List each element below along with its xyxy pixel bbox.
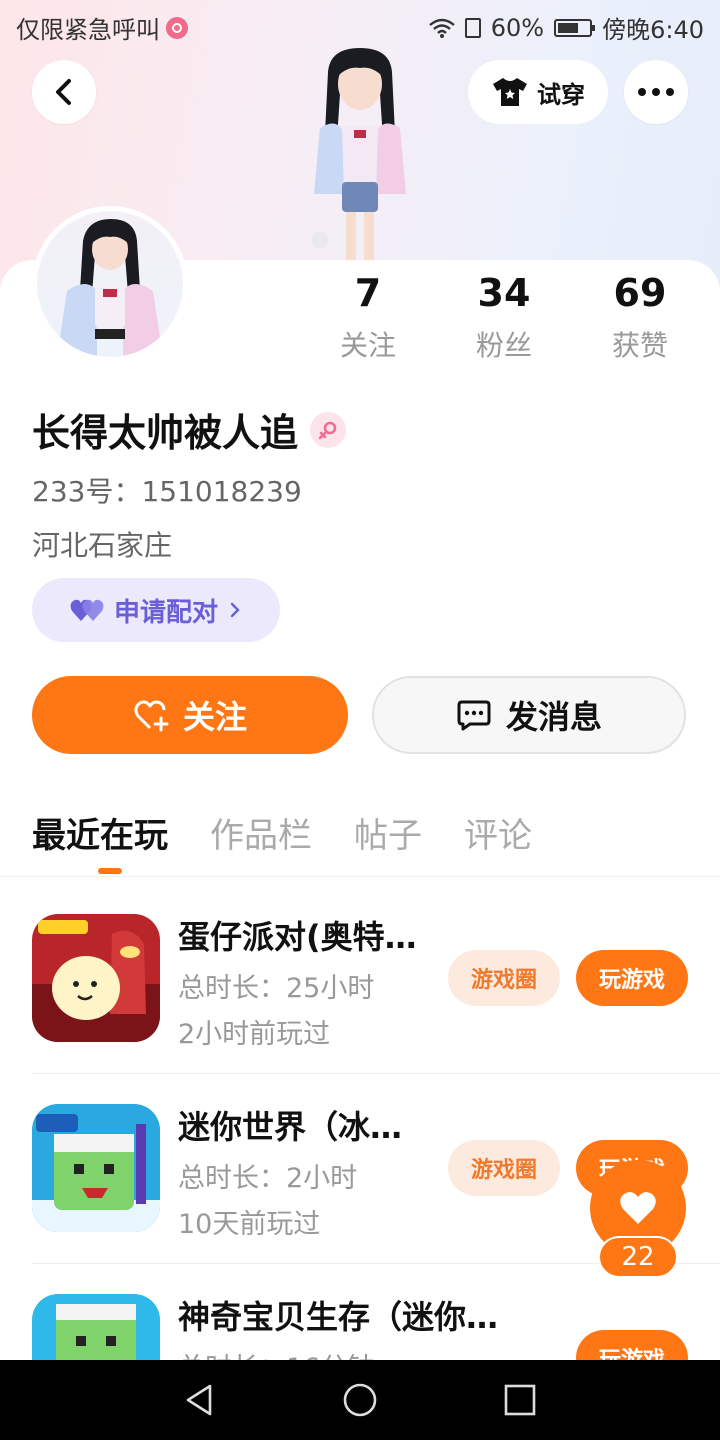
stat-following[interactable]: 7 关注 <box>300 270 436 364</box>
tab-comments[interactable]: 评论 <box>464 808 532 857</box>
play-game-button[interactable]: 玩游戏 <box>576 1330 688 1360</box>
game-last-played: 2小时前玩过 <box>178 1019 331 1050</box>
stat-value: 7 <box>354 271 382 315</box>
avatar[interactable] <box>32 206 188 362</box>
profile-stats: 7 关注 34 粉丝 69 获赞 <box>300 270 720 364</box>
tab-works[interactable]: 作品栏 <box>210 808 312 857</box>
user-id: 233号：151018239 <box>32 475 302 508</box>
status-bar: 仅限紧急呼叫 60% 傍晚6:40 <box>0 0 720 50</box>
battery-percent: 60% <box>490 13 545 42</box>
stat-label: 关注 <box>339 329 396 362</box>
sim-icon <box>464 17 481 38</box>
chevron-right-icon <box>230 602 240 618</box>
tab-posts[interactable]: 帖子 <box>354 808 422 857</box>
heart-icon <box>620 1192 656 1224</box>
status-left: 仅限紧急呼叫 <box>16 10 188 45</box>
username: 长得太帅被人追 <box>32 411 299 455</box>
stat-fans[interactable]: 34 粉丝 <box>436 270 572 364</box>
game-icon-mini-world <box>32 1104 160 1232</box>
follow-button[interactable]: 关注 <box>32 676 348 754</box>
stat-label: 粉丝 <box>475 329 532 362</box>
tshirt-icon <box>493 78 527 106</box>
list-item[interactable]: 迷你世界（冰… 总时长：2小时 10天前玩过 游戏圈 玩游戏 <box>32 1104 688 1264</box>
status-right: 60% 傍晚6:40 <box>428 10 704 45</box>
game-last-played: 10天前玩过 <box>178 1209 321 1240</box>
pair-label: 申请配对 <box>113 597 218 628</box>
active-tab-indicator <box>98 868 122 874</box>
play-game-button[interactable]: 玩游戏 <box>576 950 688 1006</box>
chat-bubble-icon <box>457 700 491 731</box>
list-item[interactable]: 神奇宝贝生存（迷你… 总时长：16分钟 玩游戏 <box>32 1294 688 1360</box>
request-pair-button[interactable]: 申请配对 <box>32 578 280 642</box>
female-gender-icon <box>310 411 347 448</box>
game-title: 蛋仔派对(奥特… <box>178 918 417 956</box>
double-heart-icon <box>70 599 104 621</box>
tab-recently-played[interactable]: 最近在玩 <box>32 808 168 857</box>
row-divider <box>32 1073 720 1074</box>
game-icon-eggy-party <box>32 914 160 1042</box>
system-nav-bar <box>0 1360 720 1440</box>
back-button[interactable] <box>32 60 96 124</box>
more-button[interactable] <box>624 60 688 124</box>
stat-likes[interactable]: 69 获赞 <box>572 270 708 364</box>
nav-back-icon[interactable] <box>180 1380 220 1420</box>
stat-label: 获赞 <box>611 329 668 362</box>
stat-value: 69 <box>613 271 667 315</box>
battery-icon <box>554 18 596 37</box>
profile-tabs: 最近在玩 作品栏 帖子 评论 <box>32 808 532 857</box>
send-message-button[interactable]: 发消息 <box>372 676 686 754</box>
chevron-left-icon <box>56 79 71 105</box>
avatar-character-icon <box>57 219 163 357</box>
like-count-badge: 22 <box>598 1236 678 1278</box>
username-row: 长得太帅被人追 <box>32 402 347 457</box>
message-label: 发消息 <box>505 698 602 736</box>
game-circle-button[interactable]: 游戏圈 <box>448 950 560 1006</box>
game-duration: 总时长：2小时 <box>178 1163 358 1194</box>
wifi-icon <box>428 18 455 38</box>
game-duration: 总时长：25小时 <box>178 973 375 1004</box>
more-dots-icon <box>638 88 674 96</box>
try-on-label: 试穿 <box>537 80 585 109</box>
character-figure <box>311 48 406 264</box>
avatar-image <box>37 211 183 357</box>
carrier-text: 仅限紧急呼叫 <box>16 16 160 44</box>
try-on-button[interactable]: 试穿 <box>468 60 608 124</box>
nav-home-icon[interactable] <box>340 1380 380 1420</box>
list-item[interactable]: 蛋仔派对(奥特… 总时长：25小时 2小时前玩过 游戏圈 玩游戏 <box>32 914 688 1074</box>
game-circle-button[interactable]: 游戏圈 <box>448 1140 560 1196</box>
clock: 傍晚6:40 <box>602 16 704 44</box>
game-title: 迷你世界（冰… <box>178 1108 403 1146</box>
game-duration: 总时长：16分钟 <box>178 1346 374 1360</box>
stat-value: 34 <box>477 271 531 315</box>
follow-label: 关注 <box>182 698 247 736</box>
user-location: 河北石家庄 <box>32 529 173 562</box>
game-title: 神奇宝贝生存（迷你… <box>178 1298 499 1336</box>
notification-badge-icon <box>166 16 188 39</box>
tabs-divider <box>0 876 720 877</box>
heart-plus-icon <box>134 700 169 732</box>
nav-recents-icon[interactable] <box>500 1380 540 1420</box>
game-icon-mini-world-pokemon <box>32 1294 160 1360</box>
